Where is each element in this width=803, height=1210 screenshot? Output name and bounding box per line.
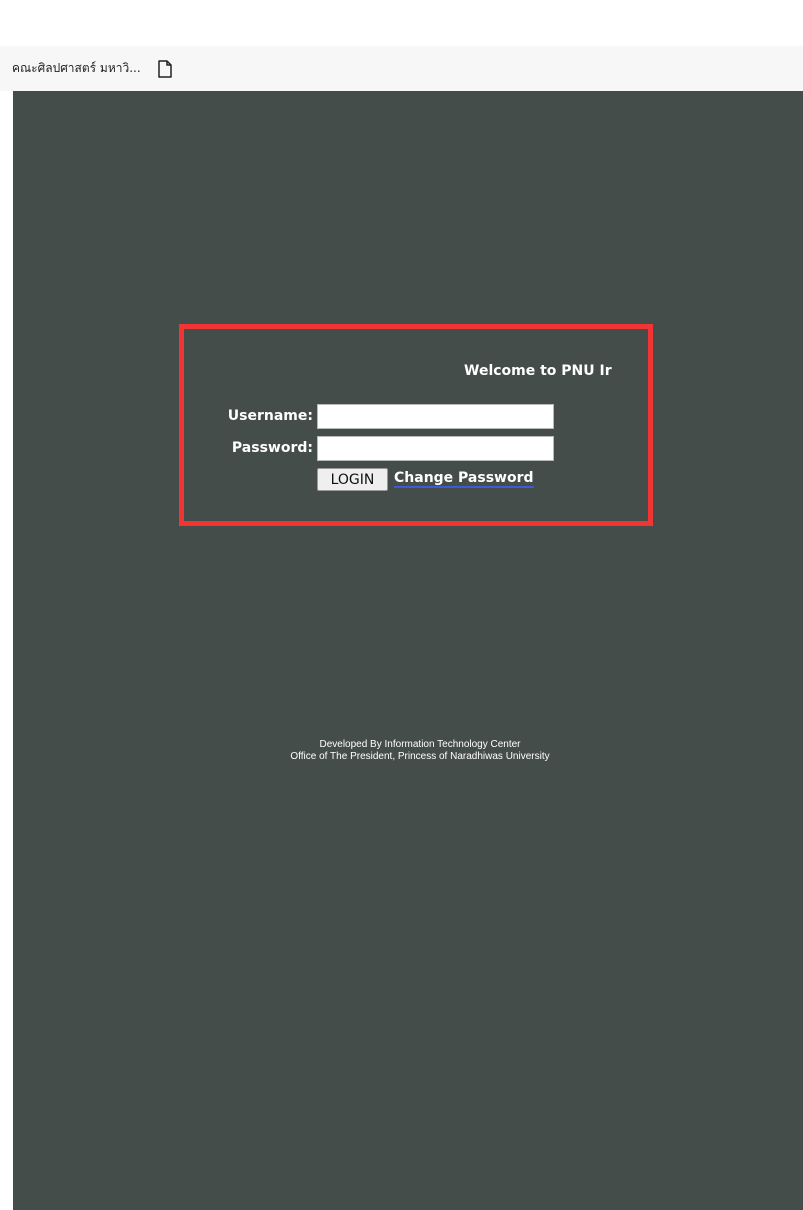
file-icon[interactable] (157, 59, 173, 78)
bookmark-label: คณะศิลปศาสตร์ มหาวิ... (12, 61, 141, 75)
footer: Developed By Information Technology Cent… (13, 739, 803, 763)
login-button[interactable]: LOGIN (317, 468, 388, 491)
footer-line-1: Developed By Information Technology Cent… (319, 739, 521, 750)
page-content (13, 91, 803, 1210)
username-label: Username: (227, 408, 313, 424)
browser-top-bar (0, 0, 803, 47)
bookmark-item[interactable]: คณะศิลปศาสตร์ มหาวิ... (12, 54, 141, 84)
change-password-link[interactable]: Change Password (394, 470, 534, 488)
welcome-heading: Welcome to PNU Ir (464, 363, 612, 379)
username-input[interactable] (317, 404, 554, 429)
bookmarks-bar: คณะศิลปศาสตร์ มหาวิ... (0, 46, 803, 91)
password-label: Password: (231, 440, 313, 456)
password-input[interactable] (317, 436, 554, 461)
footer-line-2: Office of The President, Princess of Nar… (290, 751, 550, 762)
